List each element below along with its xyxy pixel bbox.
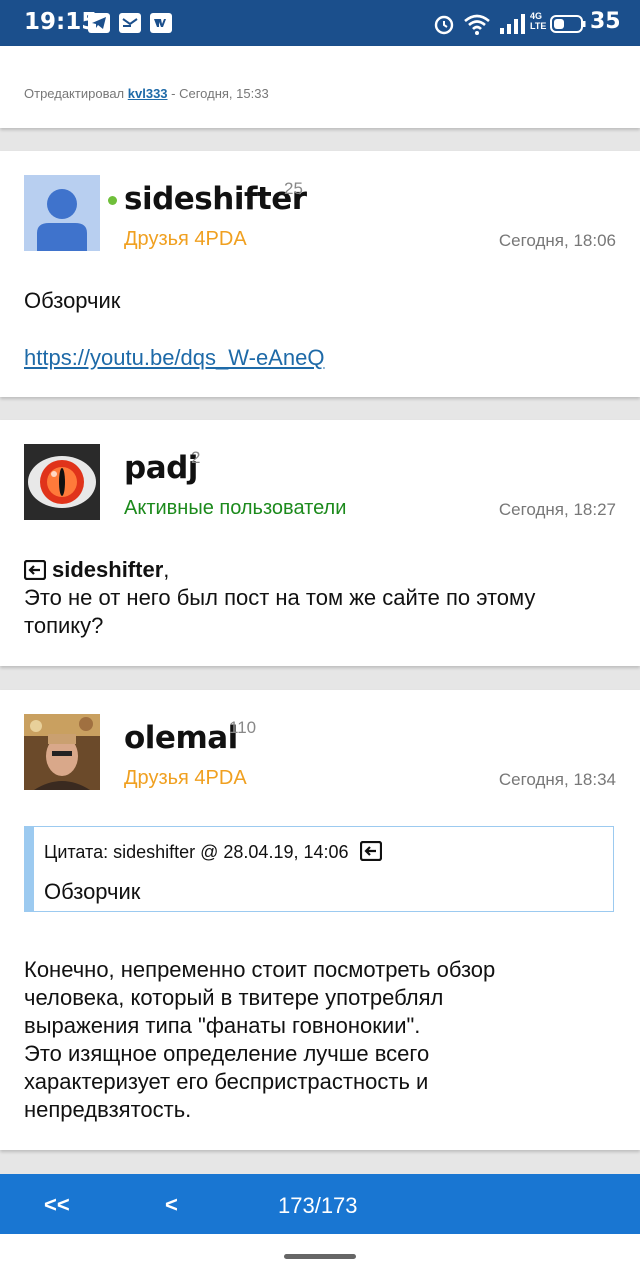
wifi-icon <box>464 14 490 35</box>
user-group: Друзья 4PDA <box>124 228 247 250</box>
reply-mention[interactable]: sideshifter, <box>24 556 535 584</box>
quote-source: Цитата: sideshifter @ 28.04.19, 14:06 <box>44 842 349 862</box>
lte-icon: 4G LTE <box>530 11 547 31</box>
post-text-line: непредвзятость. <box>24 1097 192 1122</box>
avatar[interactable] <box>24 444 100 520</box>
reputation[interactable]: 2 <box>191 448 200 468</box>
photo-avatar-image <box>24 714 100 790</box>
pagination-bar: << < 173/173 <box>0 1174 640 1234</box>
username[interactable]: sideshifter <box>124 181 307 217</box>
first-page-button[interactable]: << <box>44 1192 70 1218</box>
signal-icon <box>500 14 525 34</box>
quote-header: Цитата: sideshifter @ 28.04.19, 14:06 <box>44 841 382 863</box>
avatar[interactable] <box>24 175 100 251</box>
reputation[interactable]: 25 <box>284 179 303 199</box>
edited-user-link[interactable]: kvl333 <box>128 86 168 101</box>
post-time: Сегодня, 18:06 <box>498 231 616 250</box>
post-text-line: человека, который в твитере употреблял <box>24 985 444 1010</box>
edited-prefix: Отредактировал <box>24 86 125 101</box>
page-indicator[interactable]: 173/173 <box>278 1193 358 1219</box>
user-group: Активные пользователи <box>124 497 347 519</box>
edited-time: - Сегодня, 15:33 <box>171 86 269 101</box>
previous-post-footer: Отредактировал kvl333 - Сегодня, 15:33 <box>0 46 640 128</box>
reply-comma: , <box>163 557 170 582</box>
avatar[interactable] <box>24 714 100 790</box>
alarm-icon <box>434 15 454 35</box>
battery-level: 35 <box>590 9 621 34</box>
reply-username[interactable]: sideshifter <box>52 557 163 582</box>
mail-icon <box>119 13 141 33</box>
post-text-line: выражения типа "фанаты говнонокии". <box>24 1013 421 1038</box>
post-text-line: Конечно, непременно стоит посмотреть обз… <box>24 957 496 982</box>
edited-note: Отредактировал kvl333 - Сегодня, 15:33 <box>24 86 269 101</box>
reply-arrow-icon[interactable] <box>24 560 46 580</box>
online-indicator <box>108 196 117 205</box>
post-sideshifter: sideshifter 25 Друзья 4PDA Сегодня, 18:0… <box>0 151 640 397</box>
username[interactable]: olemal <box>124 720 238 756</box>
post-text: Обзорчик <box>24 288 121 313</box>
post-time: Сегодня, 18:34 <box>498 770 616 789</box>
home-gesture-handle[interactable] <box>284 1254 356 1259</box>
post-time: Сегодня, 18:27 <box>498 500 616 519</box>
quote-text: Обзорчик <box>44 879 141 904</box>
post-body: sideshifter, Это не от него был пост на … <box>24 556 535 640</box>
system-nav-bar <box>0 1234 640 1280</box>
eye-avatar-image <box>24 444 100 520</box>
post-olemal: olemal 110 Друзья 4PDA Сегодня, 18:34 Ци… <box>0 690 640 1150</box>
vk-icon <box>150 13 172 33</box>
post-text-line: топику? <box>24 613 104 638</box>
telegram-icon <box>88 13 110 33</box>
post-text-line: характеризует его беспристрастность и <box>24 1069 429 1094</box>
username[interactable]: padj <box>124 450 198 486</box>
status-time: 19:15 <box>24 9 98 35</box>
jump-to-quote-icon[interactable] <box>359 841 382 861</box>
post-padj: padj 2 Активные пользователи Сегодня, 18… <box>0 420 640 666</box>
post-text-line: Это не от него был пост на том же сайте … <box>24 585 536 610</box>
post-link-wrap: https://youtu.be/dqs_W-eAneQ <box>24 344 324 372</box>
battery-icon <box>550 15 586 33</box>
quote-block: Цитата: sideshifter @ 28.04.19, 14:06 Об… <box>24 826 614 912</box>
network-type: 4G <box>530 11 543 21</box>
default-user-icon <box>37 189 87 251</box>
post-text: Конечно, непременно стоит посмотреть обз… <box>24 956 495 1124</box>
youtube-link[interactable]: https://youtu.be/dqs_W-eAneQ <box>24 345 324 370</box>
user-group: Друзья 4PDA <box>124 767 247 789</box>
reputation[interactable]: 110 <box>229 718 256 738</box>
status-bar: 19:15 4G LTE 35 <box>0 0 640 46</box>
post-text-line: Это изящное определение лучше всего <box>24 1041 430 1066</box>
prev-page-button[interactable]: < <box>165 1192 178 1218</box>
